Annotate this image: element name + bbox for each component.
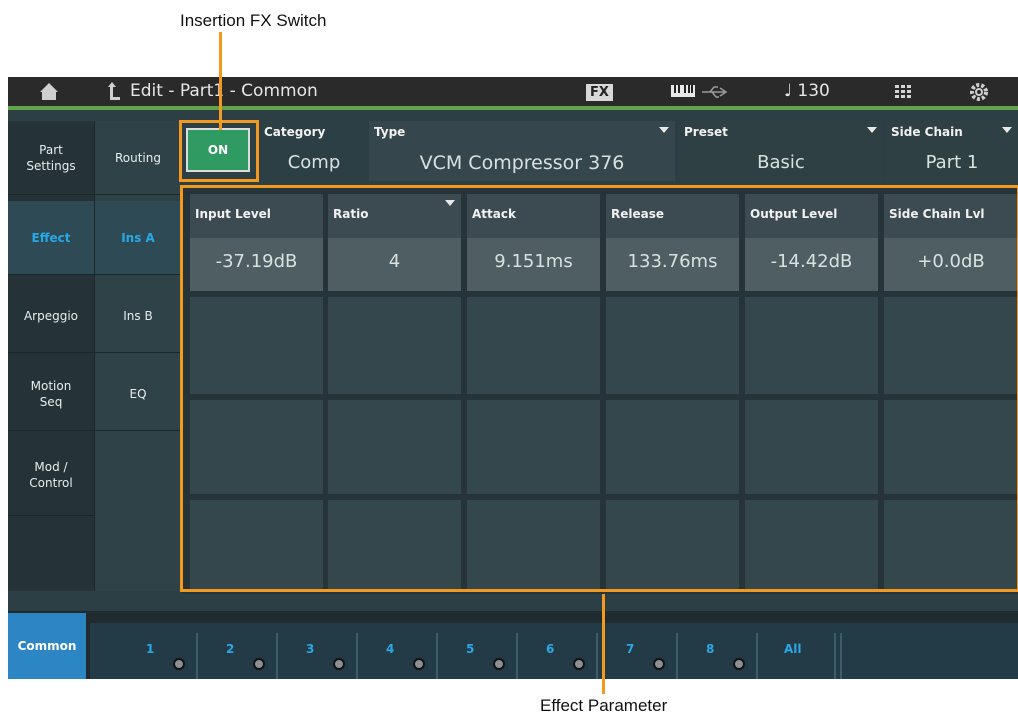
preset-dropdown-icon <box>867 127 877 133</box>
insertion-fx-switch-callout: Insertion FX Switch <box>180 11 327 30</box>
top-bar: Edit - Part1 - Common FX ♩ 130 <box>8 77 1018 106</box>
tab-divider <box>276 633 278 679</box>
tab-divider <box>840 633 842 679</box>
usb-icon <box>700 77 730 106</box>
part-3-knob-icon <box>333 658 345 670</box>
effect-parameter-callout: Effect Parameter <box>540 696 668 715</box>
tab-divider <box>516 633 518 679</box>
bottom-tab-bar: Common 1 2 3 4 5 6 7 8 All <box>8 611 1018 679</box>
part-2-knob-icon <box>253 658 265 670</box>
nav-part-settings[interactable]: Part Settings <box>8 121 94 195</box>
tab-part-1[interactable]: 1 <box>146 642 154 656</box>
effect-parameter-highlight <box>180 185 1018 592</box>
top-bar-accent <box>8 106 1018 110</box>
nav-mod-control[interactable]: Mod / Control <box>8 435 94 516</box>
callout-line-params <box>602 594 605 694</box>
nav-routing[interactable]: Routing <box>95 121 181 195</box>
tab-divider <box>756 633 758 679</box>
tab-divider <box>436 633 438 679</box>
callout-line-switch <box>219 32 222 130</box>
part-5-knob-icon <box>493 658 505 670</box>
part-8-knob-icon <box>733 658 745 670</box>
fx-icon: FX <box>586 83 613 101</box>
page-title: Edit - Part1 - Common <box>130 81 318 101</box>
settings-gear-icon[interactable] <box>968 77 990 106</box>
tab-part-7[interactable]: 7 <box>626 642 634 656</box>
part-4-knob-icon <box>413 658 425 670</box>
nav-motion-seq[interactable]: Motion Seq <box>8 357 94 431</box>
tempo-display: ♩ 130 <box>784 81 830 101</box>
side-chain-field[interactable]: Side Chain Part 1 <box>886 121 1018 181</box>
tab-divider <box>676 633 678 679</box>
nav-left-column: Part Settings Effect Arpeggio Motion Seq… <box>8 121 94 591</box>
tab-divider <box>356 633 358 679</box>
nav-eq[interactable]: EQ <box>95 357 181 431</box>
back-arrow-icon[interactable] <box>104 77 122 106</box>
tab-all[interactable]: All <box>784 642 802 656</box>
grid-icon[interactable] <box>893 77 915 106</box>
tab-part-8[interactable]: 8 <box>706 642 714 656</box>
tab-part-2[interactable]: 2 <box>226 642 234 656</box>
part-6-knob-icon <box>573 658 585 670</box>
tab-part-6[interactable]: 6 <box>546 642 554 656</box>
home-icon[interactable] <box>38 77 60 106</box>
nav-ins-a[interactable]: Ins A <box>95 201 181 275</box>
keyboard-icon <box>670 77 696 106</box>
side-chain-dropdown-icon <box>1002 127 1012 133</box>
part-7-knob-icon <box>653 658 665 670</box>
tab-part-4[interactable]: 4 <box>386 642 394 656</box>
category-field[interactable]: Category Comp <box>259 121 369 181</box>
tab-divider <box>196 633 198 679</box>
preset-field[interactable]: Preset Basic <box>679 121 883 181</box>
nav-effect[interactable]: Effect <box>8 201 94 275</box>
tab-divider <box>596 633 598 679</box>
instrument-screen: Edit - Part1 - Common FX ♩ 130 Part Sett… <box>8 77 1018 679</box>
part-1-knob-icon <box>173 658 185 670</box>
tab-common[interactable]: Common <box>8 613 86 679</box>
type-field[interactable]: Type VCM Compressor 376 <box>369 121 675 181</box>
nav-ins-b[interactable]: Ins B <box>95 279 181 353</box>
type-dropdown-icon <box>659 127 669 133</box>
tab-divider <box>834 633 836 679</box>
nav-sub-column: Routing Ins A Ins B EQ <box>94 121 181 591</box>
tab-part-5[interactable]: 5 <box>466 642 474 656</box>
nav-arpeggio[interactable]: Arpeggio <box>8 279 94 353</box>
tab-part-3[interactable]: 3 <box>306 642 314 656</box>
